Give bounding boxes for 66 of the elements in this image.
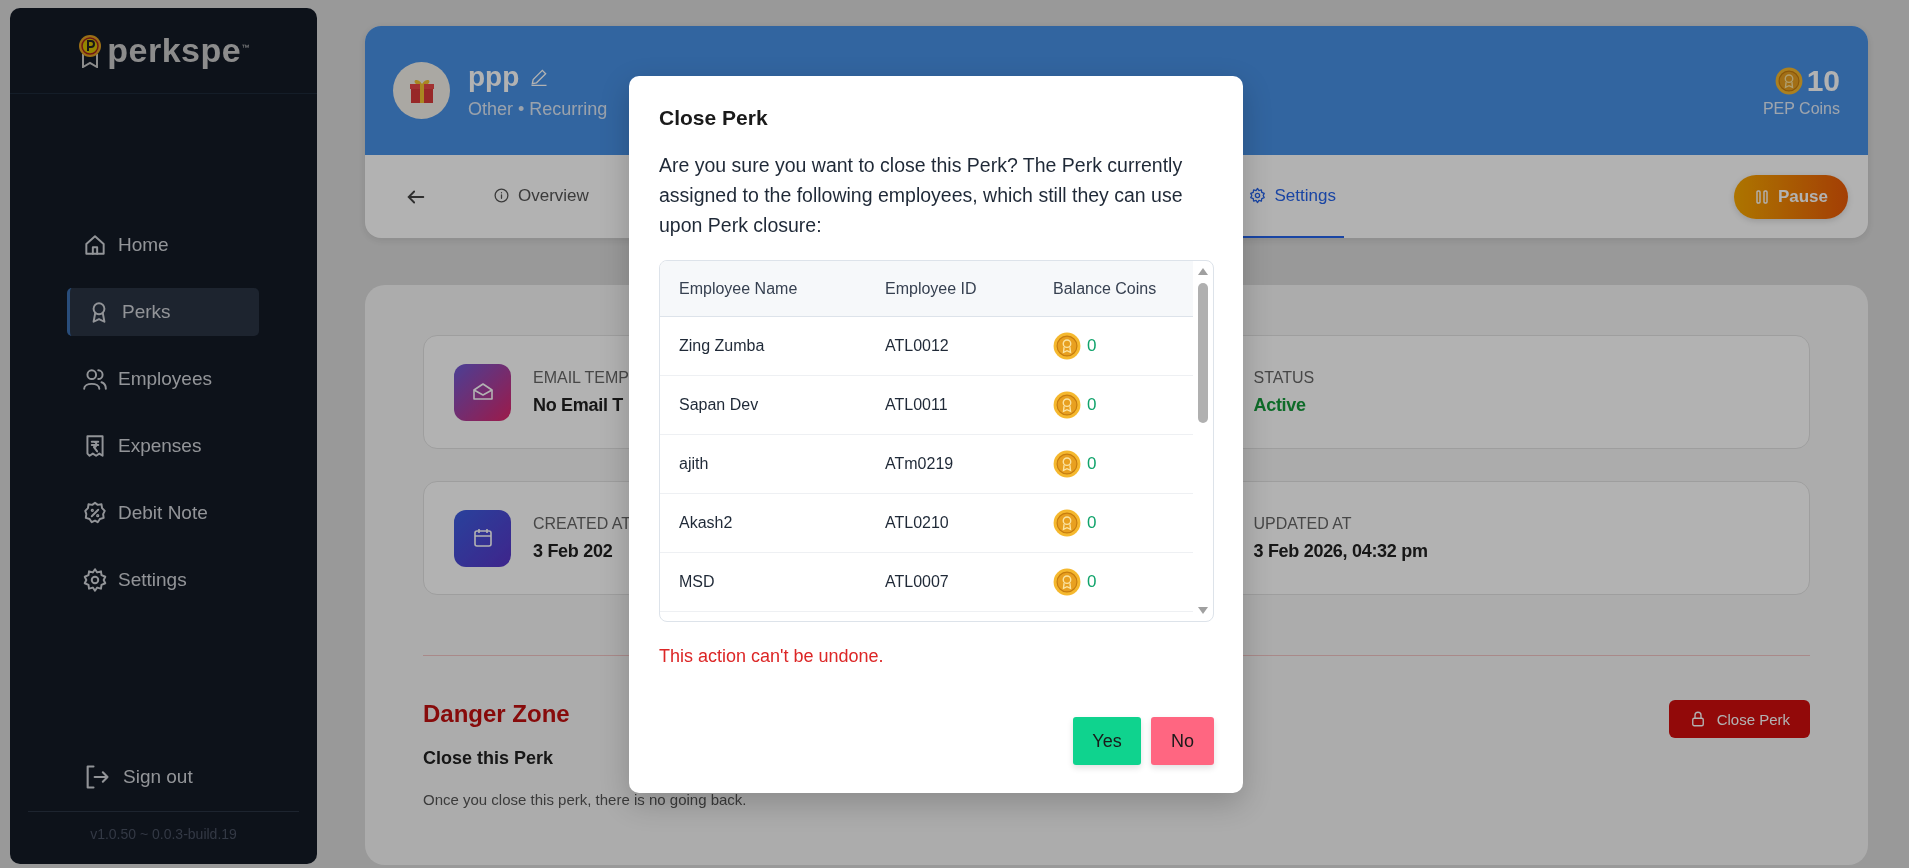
dialog-message: Are you sure you want to close this Perk? The Perk currently assigned to the following employees, which still they can use upon Perk closure: (659, 153, 1184, 238)
dialog-title: Close Perk (659, 106, 769, 130)
coin-balance: 0 (1087, 336, 1097, 356)
table-cell-text: MSD (679, 573, 716, 591)
info-label: EMAIL TEMP (533, 368, 630, 387)
column-header: Employee ID (885, 279, 978, 298)
edit-icon[interactable] (529, 67, 550, 87)
sign-out-link[interactable]: Sign out (83, 763, 317, 791)
perk-subtitle: Other • Recurring (468, 99, 608, 120)
settings-icon (1249, 187, 1267, 204)
warning-text: This action can't be undone. (659, 646, 885, 667)
home-icon (82, 232, 108, 258)
coin-balance: 0 (1087, 572, 1097, 592)
coin-icon (1774, 66, 1803, 95)
table-cell-text: ajith (679, 455, 710, 473)
info-label: UPDATED AT (1253, 514, 1353, 533)
danger-zone-title: Danger Zone (423, 700, 571, 728)
close-perk-button[interactable]: Close Perk (1668, 700, 1810, 738)
table-cell-text: ATL0012 (885, 337, 950, 355)
column-header: Employee Name (679, 279, 799, 298)
coin-count: 10 (1806, 63, 1840, 98)
settings-icon (82, 567, 108, 593)
nav-item[interactable]: Settings (67, 556, 259, 604)
gift-icon (393, 62, 450, 119)
info-value: 3 Feb 202 (533, 540, 614, 562)
coin-balance: 0 (1087, 513, 1097, 533)
no-button[interactable]: No (1151, 717, 1214, 765)
nav-item[interactable]: Perks (67, 288, 259, 336)
table-cell-text: ATm0219 (885, 455, 955, 473)
coin-icon (1053, 332, 1081, 360)
nav-item[interactable]: Debit Note (67, 489, 259, 537)
nav-item[interactable]: Home (67, 221, 259, 269)
info-value: 3 Feb 2026, 04:32 pm (1253, 540, 1428, 562)
table-cell-text: Zing Zumba (679, 337, 766, 355)
tab[interactable]: Overview (479, 155, 603, 238)
logo-icon (77, 33, 104, 68)
coin-icon (1053, 509, 1081, 537)
coins-label: PEP Coins (1762, 99, 1840, 118)
table-cell-text: Akash2 (679, 514, 734, 532)
calendar-icon (454, 509, 511, 567)
coin-icon (1053, 391, 1081, 419)
info-value: No Email T (533, 394, 624, 416)
info-label: CREATED AT (533, 514, 632, 533)
pause-icon (1753, 188, 1770, 205)
table-cell-text: Sapan Dev (679, 396, 760, 414)
table-cell-text: ATL0011 (885, 396, 949, 414)
logo: perkspe$^{™}$ (107, 31, 250, 70)
info-value: Active (1253, 394, 1307, 416)
perk-title: ppp (468, 61, 520, 93)
coin-balance: 0 (1087, 454, 1097, 474)
table-cell-text: ATL0210 (885, 514, 950, 532)
envelope-icon (454, 363, 511, 421)
nav-item[interactable]: Expenses (67, 422, 259, 470)
yes-button[interactable]: Yes (1073, 717, 1141, 765)
column-header: Balance Coins (1053, 279, 1158, 298)
info-label: STATUS (1253, 368, 1315, 387)
section-description: Once you close this perk, there is no going back. (423, 791, 747, 808)
users-icon (82, 366, 108, 392)
table-cell-text: ATL0007 (885, 573, 950, 591)
coin-icon (1053, 450, 1081, 478)
coin-icon (1053, 568, 1081, 596)
percent-badge-icon (82, 500, 108, 526)
info-icon (493, 187, 510, 204)
coin-balance: 0 (1087, 395, 1097, 415)
section-subtitle: Close this Perk (423, 748, 555, 769)
nav-item[interactable]: Employees (67, 355, 259, 403)
